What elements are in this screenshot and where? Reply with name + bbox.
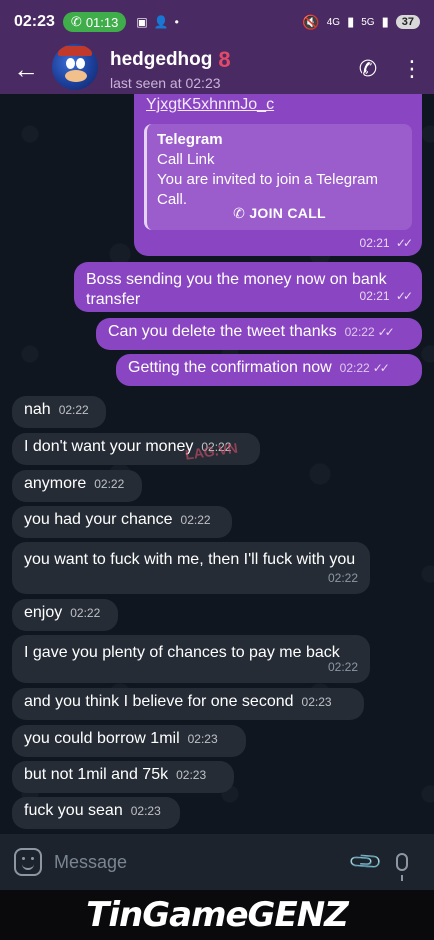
preview-title: Telegram <box>157 131 223 148</box>
chat-header: ← hedgedhog 8 last seen at 02:23 ✆ ⋮ <box>0 44 434 94</box>
preview-subtitle: Call Link <box>157 151 215 168</box>
read-ticks-icon: ✓✓ <box>395 236 413 250</box>
join-call-button[interactable]: ✆ JOIN CALL <box>147 205 412 222</box>
message-time: 02:22 <box>180 513 211 527</box>
message-text: I don't want your money <box>24 438 194 455</box>
status-bar: 02:23 ✆ 01:13 ▣ 👤 • 🔇 4G ▮ 5G ▮ 37 <box>0 0 434 44</box>
signal-icon-2: ▮ <box>381 14 389 29</box>
contact-name: hedgedhog <box>110 49 213 70</box>
incoming-message[interactable]: fuck you sean 02:23 <box>12 797 180 829</box>
incoming-message[interactable]: you could borrow 1mil 02:23 <box>12 725 246 757</box>
watermark-banner: TinGameGENZ <box>0 890 434 940</box>
incoming-message[interactable]: anymore 02:22 <box>12 470 142 502</box>
message-time: 02:21 <box>359 289 390 303</box>
incoming-message[interactable]: enjoy 02:22 <box>12 599 118 631</box>
call-link-url[interactable]: YjxgtK5xhnmJo_c <box>146 96 274 114</box>
outgoing-message[interactable]: Can you delete the tweet thanks 02:22 ✓✓ <box>96 318 422 350</box>
message-time: 02:22 <box>339 361 370 375</box>
message-time: 02:21 <box>359 236 390 250</box>
message-text: but not 1mil and 75k <box>24 766 169 783</box>
read-ticks-icon: ✓✓ <box>395 289 413 303</box>
phone-icon: ✆ <box>70 14 82 29</box>
message-time: 02:22 <box>58 403 89 417</box>
status-time: 02:23 <box>14 13 55 30</box>
message-text: Can you delete the tweet thanks <box>108 323 337 340</box>
preview-text: You are invited to join a Telegram Call. <box>157 171 378 208</box>
message-text: you want to fuck with me, then I'll fuck… <box>24 551 356 568</box>
read-ticks-icon: ✓✓ <box>377 325 395 339</box>
message-time: 02:23 <box>130 804 161 818</box>
back-arrow-icon[interactable]: ← <box>0 54 52 85</box>
microphone-icon[interactable] <box>384 853 420 881</box>
contact-info[interactable]: hedgedhog 8 last seen at 02:23 <box>110 47 346 91</box>
message-text: Boss sending you the money now on bank t… <box>86 271 387 308</box>
message-text: nah <box>24 401 51 418</box>
message-time: 02:22 <box>327 660 358 674</box>
incoming-message[interactable]: and you think I believe for one second 0… <box>12 688 364 720</box>
incoming-message[interactable]: but not 1mil and 75k 02:23 <box>12 761 234 793</box>
message-composer: 📎 <box>0 834 434 890</box>
phone-call-icon[interactable]: ✆ <box>346 56 390 82</box>
outgoing-message[interactable]: Getting the confirmation now 02:22 ✓✓ <box>116 354 422 386</box>
avatar[interactable] <box>52 44 98 90</box>
emoji-status-badge: 8 <box>218 47 231 72</box>
network-label-1: 4G <box>326 16 341 28</box>
message-text: Getting the confirmation now <box>128 359 332 376</box>
emoji-icon[interactable] <box>14 848 42 876</box>
mute-icon: 🔇 <box>302 13 320 30</box>
incoming-message[interactable]: nah 02:22 <box>12 396 106 428</box>
message-text: enjoy <box>24 604 63 621</box>
ongoing-call-pill[interactable]: ✆ 01:13 <box>62 12 127 32</box>
screen-capture-icon: ▣ <box>136 15 148 29</box>
incoming-message[interactable]: you want to fuck with me, then I'll fuck… <box>12 542 370 594</box>
message-text: I gave you plenty of chances to pay me b… <box>24 644 340 661</box>
message-time: 02:22 <box>70 606 101 620</box>
message-list[interactable]: YjxgtK5xhnmJo_c Telegram Call Link You a… <box>0 94 434 834</box>
message-time: 02:23 <box>301 695 332 709</box>
message-text: anymore <box>24 475 87 492</box>
link-preview[interactable]: Telegram Call Link You are invited to jo… <box>144 124 412 230</box>
message-input[interactable] <box>54 851 348 873</box>
dot-icon: • <box>174 15 179 29</box>
banner-text: TinGameGENZ <box>86 895 349 935</box>
add-contact-icon: 👤 <box>153 15 169 29</box>
message-text: you had your chance <box>24 511 173 528</box>
watermark-logo: LAG.VN <box>184 439 239 463</box>
message-text: and you think I believe for one second <box>24 693 294 710</box>
message-text: you could borrow 1mil <box>24 730 180 747</box>
incoming-message[interactable]: you had your chance 02:22 <box>12 506 232 538</box>
message-time: 02:23 <box>187 732 218 746</box>
outgoing-message[interactable]: Boss sending you the money now on bank t… <box>74 262 422 312</box>
message-time: 02:22 <box>344 325 375 339</box>
message-time: 02:22 <box>94 477 125 491</box>
read-ticks-icon: ✓✓ <box>372 361 390 375</box>
battery-indicator: 37 <box>395 15 420 29</box>
attach-icon[interactable]: 📎 <box>344 840 388 884</box>
message-time: 02:22 <box>327 571 358 585</box>
last-seen-status: last seen at 02:23 <box>110 75 221 91</box>
signal-icon: ▮ <box>347 14 355 29</box>
call-link-message[interactable]: YjxgtK5xhnmJo_c Telegram Call Link You a… <box>134 94 422 256</box>
incoming-message[interactable]: I gave you plenty of chances to pay me b… <box>12 635 370 683</box>
message-time: 02:23 <box>176 768 207 782</box>
more-options-icon[interactable]: ⋮ <box>390 56 434 82</box>
network-label-2: 5G <box>361 16 375 28</box>
call-link-icon: ✆ <box>233 205 246 221</box>
message-text: fuck you sean <box>24 802 123 819</box>
call-duration: 01:13 <box>85 14 119 30</box>
